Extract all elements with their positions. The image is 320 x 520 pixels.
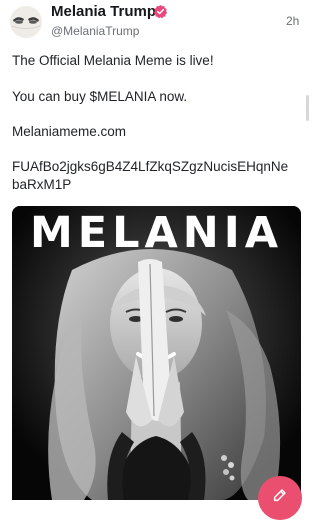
contract-address-line-2: baRxM1P — [12, 177, 72, 192]
avatar-image — [10, 6, 42, 38]
author-name[interactable]: Melania Trump — [51, 3, 156, 20]
compose-pencil-icon — [273, 489, 286, 502]
post-media-image[interactable]: MELANIA — [12, 206, 301, 500]
post-timestamp: 2h — [286, 14, 300, 28]
compose-button[interactable] — [258, 476, 302, 520]
verified-badge-icon — [153, 4, 168, 19]
post-text-line-2: You can buy $MELANIA now. — [12, 89, 188, 104]
scrollbar[interactable] — [306, 95, 309, 121]
author-avatar[interactable] — [10, 6, 42, 38]
post-card: Melania Trump @MelaniaTrump 2h The Offic… — [0, 0, 313, 520]
post-text-line-1: The Official Melania Meme is live! — [12, 53, 214, 68]
author-handle[interactable]: @MelaniaTrump — [51, 24, 139, 38]
media-title-text: MELANIA — [29, 208, 284, 258]
contract-address-line-1: FUAfBo2jgks6gB4Z4LfZkqSZgzNucisEHqnNe — [12, 159, 289, 174]
post-link[interactable]: Melaniameme.com — [12, 123, 302, 141]
